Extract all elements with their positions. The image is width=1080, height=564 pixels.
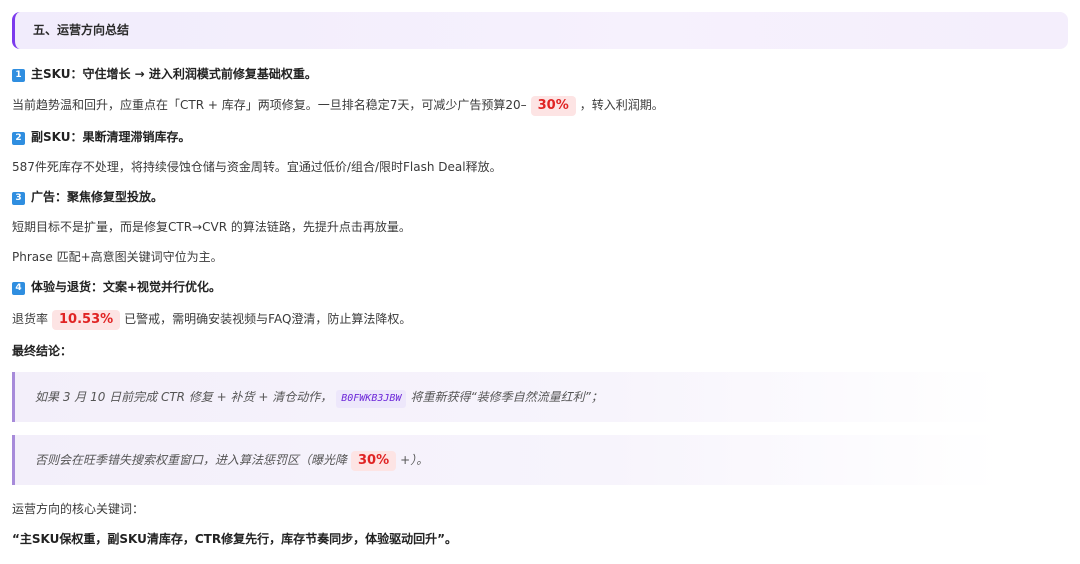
item-1-heading: 主SKU：守住增长 → 进入利润模式前修复基础权重。 [31, 67, 317, 81]
item-1-body-tail: ，转入利润期。 [579, 98, 664, 112]
conclusion-label: 最终结论： [12, 344, 73, 358]
quote-2-tail: +）。 [400, 453, 429, 467]
item-4-heading-row: 4 体验与退货：文案+视觉并行优化。 [12, 278, 221, 296]
section-header: 五、运营方向总结 [12, 12, 1068, 49]
item-4-highlight-badge: 10.53% [52, 310, 121, 330]
keywords-text: “主SKU保权重，副SKU清库存，CTR修复先行，库存节奏同步，体验驱动回升”。 [12, 532, 457, 546]
item-4-heading: 体验与退货：文案+视觉并行优化。 [31, 280, 222, 294]
number-1-icon: 1 [12, 69, 25, 82]
item-4-body-text: 退货率 [12, 312, 49, 326]
quote-2-highlight-badge: 30% [351, 451, 397, 471]
item-4-body-tail: 已警戒，需明确安装视频与FAQ澄清，防止算法降权。 [124, 312, 412, 326]
number-4-icon: 4 [12, 282, 25, 295]
item-2-body: 587件死库存不处理，将持续侵蚀仓储与资金周转。宜通过低价/组合/限时Flash… [12, 160, 502, 174]
item-3-body-2: Phrase 匹配+高意图关键词守位为主。 [12, 250, 223, 264]
item-3-heading-row: 3 广告：聚焦修复型投放。 [12, 188, 163, 206]
conclusion-quote-1: 如果 3 月 10 日前完成 CTR 修复 + 补货 + 清仓动作， B0FWKB… [12, 372, 1002, 422]
keywords-label: 运营方向的核心关键词： [12, 502, 145, 516]
quote-1-lead: 如果 3 月 10 日前完成 CTR 修复 + 补货 + 清仓动作， [35, 390, 333, 404]
number-3-icon: 3 [12, 192, 25, 205]
item-2-heading: 副SKU：果断清理滞销库存。 [31, 130, 191, 144]
asin-code: B0FWKB3JBW [336, 390, 407, 408]
conclusion-quote-1-text: 如果 3 月 10 日前完成 CTR 修复 + 补货 + 清仓动作， B0FWKB… [35, 372, 603, 422]
section-title: 五、运营方向总结 [33, 23, 130, 37]
item-1-body: 当前趋势温和回升，应重点在「CTR + 库存」两项修复。一旦排名稳定7天，可减少… [12, 96, 664, 116]
conclusion-quote-2-text: 否则会在旺季错失搜索权重窗口，进入算法惩罚区（曝光降 30% +）。 [35, 435, 428, 485]
item-1-body-text: 当前趋势温和回升，应重点在「CTR + 库存」两项修复。一旦排名稳定7天，可减少… [12, 98, 527, 112]
item-1-highlight-badge: 30% [530, 96, 576, 116]
item-3-body: 短期目标不是扩量，而是修复CTR→CVR 的算法链路，先提升点击再放量。 [12, 220, 411, 234]
quote-1-tail: 将重新获得“装修季自然流量红利”； [410, 390, 603, 404]
conclusion-quote-2: 否则会在旺季错失搜索权重窗口，进入算法惩罚区（曝光降 30% +）。 [12, 435, 1002, 485]
item-1-heading-row: 1 主SKU：守住增长 → 进入利润模式前修复基础权重。 [12, 65, 317, 83]
number-2-icon: 2 [12, 132, 25, 145]
item-4-body: 退货率 10.53% 已警戒，需明确安装视频与FAQ澄清，防止算法降权。 [12, 310, 411, 330]
quote-2-lead: 否则会在旺季错失搜索权重窗口，进入算法惩罚区（曝光降 [35, 453, 348, 467]
item-3-heading: 广告：聚焦修复型投放。 [31, 190, 164, 204]
item-2-heading-row: 2 副SKU：果断清理滞销库存。 [12, 128, 190, 146]
